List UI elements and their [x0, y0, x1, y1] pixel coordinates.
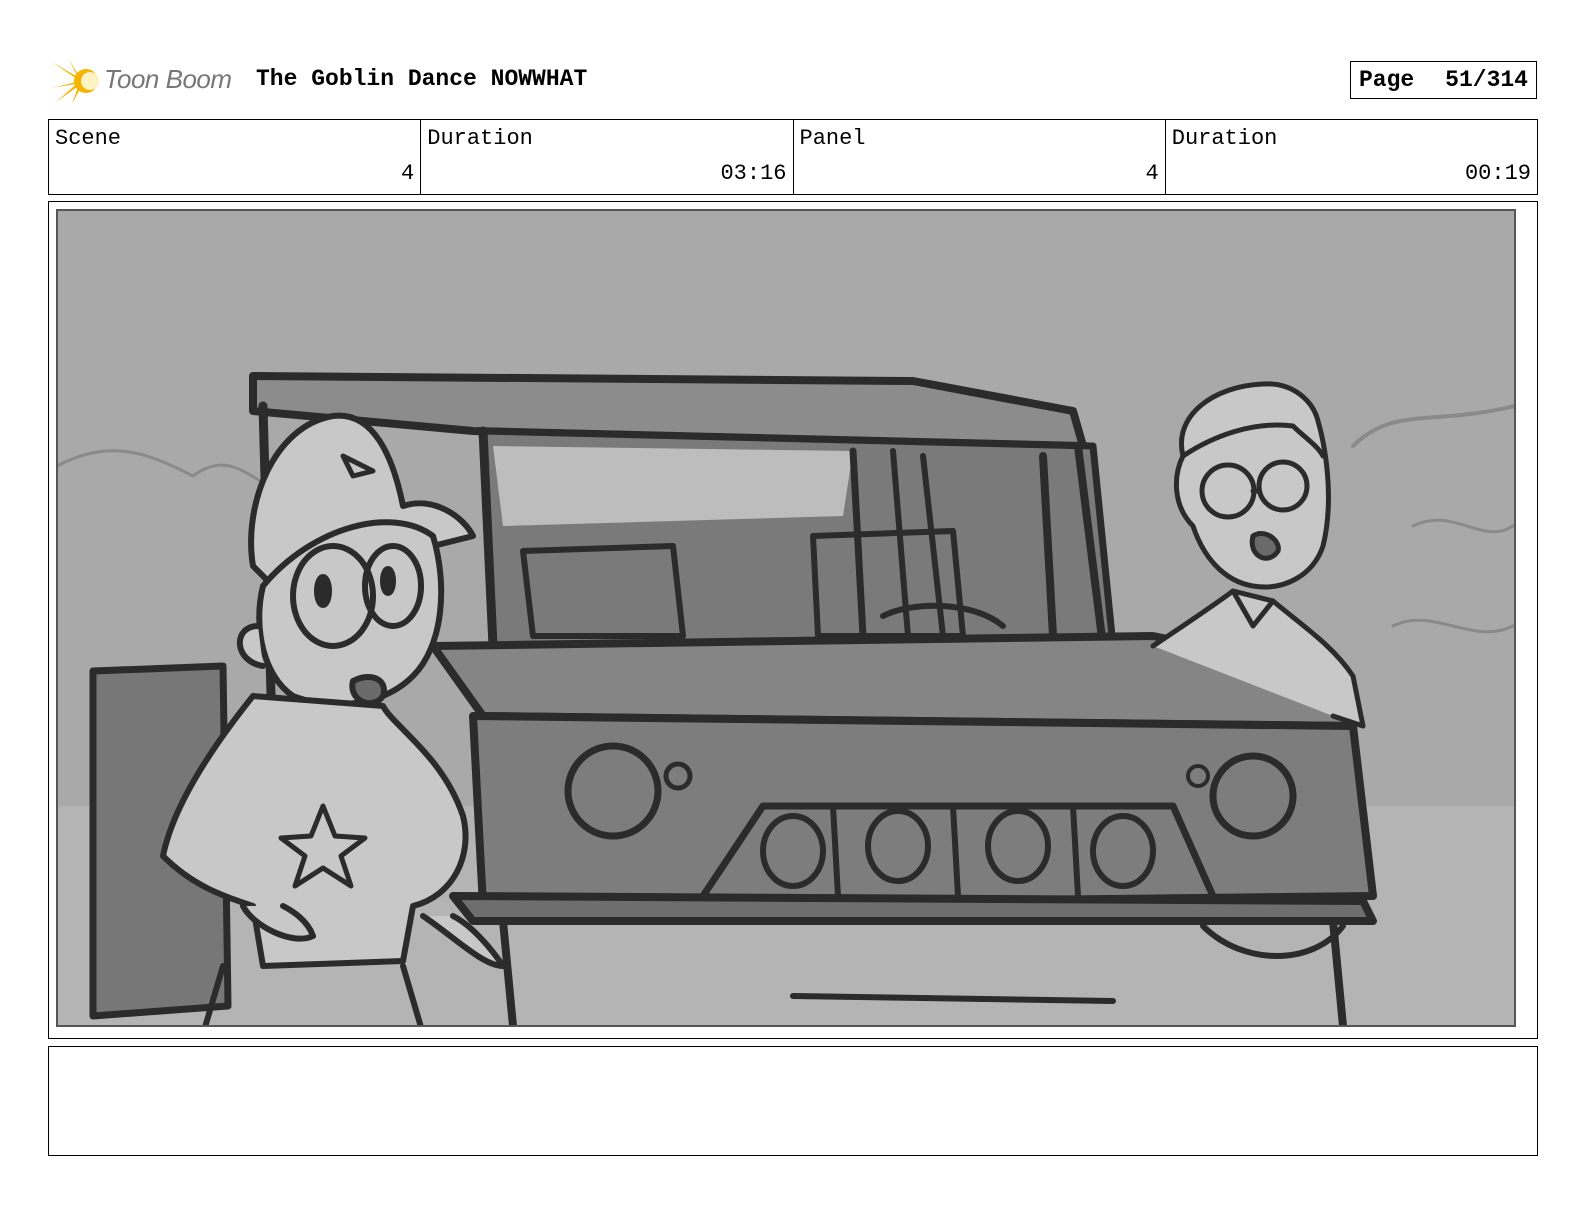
scene-label: Scene — [55, 126, 122, 151]
scene-duration-label: Duration — [427, 126, 533, 151]
scene-duration-value: 03:16 — [720, 161, 787, 186]
scene-value: 4 — [401, 161, 415, 186]
panel-sketch-image — [53, 206, 1533, 1034]
panel-label: Panel — [799, 126, 866, 151]
starburst-icon — [50, 58, 99, 104]
panel-duration-value: 00:19 — [1464, 161, 1531, 186]
panel-cell: Panel 4 — [794, 120, 1166, 194]
project-title: The Goblin Dance NOWWHAT — [256, 66, 588, 92]
page-label: Page — [1359, 67, 1415, 93]
scene-cell: Scene 4 — [49, 120, 422, 194]
logo-text: Toon Boom — [104, 64, 232, 94]
panel-value: 4 — [1145, 161, 1159, 186]
toon-boom-logo: Toon Boom — [50, 56, 240, 106]
scene-duration-cell: Duration 03:16 — [421, 120, 794, 194]
page-indicator: Page 51/314 — [1350, 61, 1537, 99]
panel-duration-label: Duration — [1171, 126, 1278, 151]
storyboard-panel — [48, 201, 1538, 1039]
scene-info-table: Scene 4 Duration 03:16 Panel 4 Duration … — [48, 119, 1538, 195]
page-value: 51/314 — [1445, 67, 1528, 93]
panel-duration-cell: Duration 00:19 — [1166, 120, 1537, 194]
caption-box — [48, 1046, 1538, 1156]
